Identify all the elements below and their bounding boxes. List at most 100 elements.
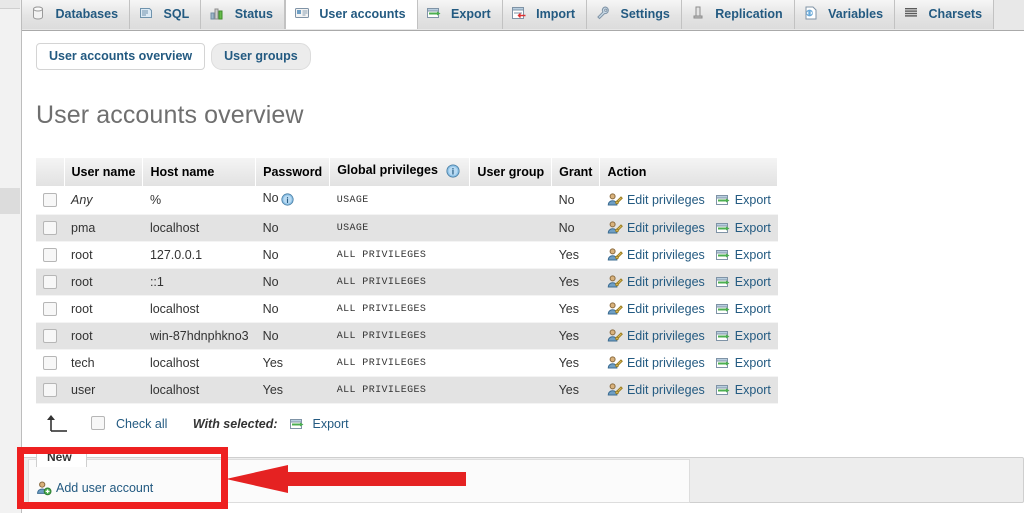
replication-icon	[690, 3, 706, 19]
export-icon	[715, 301, 731, 317]
cell-user-group	[469, 322, 552, 350]
subtab-user-accounts-overview[interactable]: User accounts overview	[36, 43, 206, 70]
table-row: user localhost Yes ALL PRIVILEGES Yes Edit pr…	[36, 376, 778, 404]
row-checkbox[interactable]	[43, 382, 57, 397]
edit-privileges-link[interactable]: Edit privileges	[627, 248, 705, 262]
with-selected-label: With selected:	[192, 417, 278, 431]
sub-navigation-tabs: User accounts overview User groups	[22, 31, 1024, 70]
cell-grant: Yes	[551, 295, 600, 323]
export-icon	[715, 355, 731, 371]
cell-grant: No	[551, 186, 600, 215]
edit-privileges-icon	[607, 328, 623, 344]
export-row-link[interactable]: Export	[735, 221, 771, 235]
edit-privileges-link[interactable]: Edit privileges	[627, 356, 705, 370]
check-all-checkbox[interactable]	[91, 416, 106, 430]
export-selected-link[interactable]: Export	[312, 417, 348, 431]
row-checkbox[interactable]	[43, 247, 57, 262]
cell-global-privileges: ALL PRIVILEGES	[329, 295, 470, 323]
cell-host-name: ::1	[142, 268, 256, 296]
cell-host-name: localhost	[142, 214, 256, 242]
edit-privileges-icon	[607, 301, 623, 317]
edit-privileges-link[interactable]: Edit privileges	[627, 275, 705, 289]
row-checkbox[interactable]	[43, 301, 57, 316]
cell-password: Yes	[255, 376, 330, 404]
annotation-highlight-rectangle	[17, 447, 228, 509]
export-icon	[715, 382, 731, 398]
subtab-user-groups[interactable]: User groups	[211, 43, 311, 70]
edit-privileges-link[interactable]: Edit privileges	[627, 221, 705, 235]
row-checkbox[interactable]	[43, 355, 57, 370]
tab-variables[interactable]: Variables	[794, 0, 896, 29]
row-checkbox[interactable]	[43, 192, 57, 207]
cell-global-privileges: USAGE	[329, 186, 470, 215]
edit-privileges-link[interactable]: Edit privileges	[627, 193, 705, 207]
cell-password: No	[255, 322, 330, 350]
row-checkbox[interactable]	[43, 274, 57, 289]
info-icon[interactable]: i	[446, 164, 462, 180]
export-row-link[interactable]: Export	[735, 193, 771, 207]
check-all-link[interactable]: Check all	[116, 417, 167, 431]
export-row-link[interactable]: Export	[735, 329, 771, 343]
cell-user-name: user	[64, 376, 143, 404]
col-action: Action	[599, 158, 779, 186]
table-header-row: User name Host name Password Global priv…	[36, 158, 779, 186]
tab-import[interactable]: Import	[502, 0, 587, 29]
cell-global-privileges: ALL PRIVILEGES	[329, 241, 470, 269]
tab-charsets[interactable]: Charsets	[895, 0, 995, 29]
edit-privileges-link[interactable]: Edit privileges	[627, 329, 705, 343]
cell-password: No	[255, 295, 330, 323]
cell-host-name: localhost	[142, 295, 256, 323]
tab-user-accounts[interactable]: User accounts	[284, 0, 418, 29]
cell-user-name: pma	[64, 214, 143, 242]
tab-label: Import	[536, 7, 575, 21]
cell-host-name: 127.0.0.1	[142, 241, 256, 269]
tab-databases[interactable]: Databases	[22, 0, 131, 29]
cell-user-name: root	[64, 322, 143, 350]
tab-status[interactable]: Status	[201, 0, 285, 29]
cell-grant: Yes	[551, 268, 600, 296]
export-row-link[interactable]: Export	[735, 275, 771, 289]
export-row-link[interactable]: Export	[735, 356, 771, 370]
export-row-link[interactable]: Export	[735, 248, 771, 262]
row-checkbox[interactable]	[43, 328, 57, 343]
cell-action: Edit privileges Export	[599, 268, 778, 296]
cell-password: No i	[255, 186, 330, 215]
table-row: tech localhost Yes ALL PRIVILEGES Yes Edit pr…	[36, 349, 778, 377]
settings-icon	[595, 3, 611, 20]
page-title: User accounts overview	[36, 101, 304, 129]
tab-replication[interactable]: Replication	[681, 0, 795, 29]
cell-grant: Yes	[551, 376, 600, 404]
edit-privileges-icon	[607, 355, 623, 371]
charsets-icon	[903, 3, 919, 19]
tab-label: Charsets	[928, 7, 983, 21]
tab-label: Replication	[715, 7, 783, 21]
table-row: root 127.0.0.1 No ALL PRIVILEGES Yes Edit pri…	[36, 241, 778, 269]
cell-grant: Yes	[551, 322, 600, 350]
left-frame-strip	[0, 0, 22, 513]
tab-settings[interactable]: Settings	[587, 0, 682, 29]
left-frame-cap	[0, 0, 20, 9]
row-select-cell	[36, 322, 64, 350]
row-checkbox[interactable]	[43, 220, 57, 235]
cell-password: No	[255, 214, 330, 242]
svg-text:i: i	[286, 196, 288, 205]
cell-action: Edit privileges Export	[599, 214, 778, 242]
tab-sql[interactable]: SQL	[130, 0, 202, 29]
table-row: root win-87hdnphkno3 No ALL PRIVILEGES Yes Ed…	[36, 322, 778, 350]
col-user-group: User group	[469, 158, 553, 186]
edit-privileges-link[interactable]: Edit privileges	[627, 383, 705, 397]
col-grant: Grant	[551, 158, 601, 186]
export-row-link[interactable]: Export	[735, 302, 771, 316]
edit-privileges-icon	[607, 220, 623, 236]
cell-action: Edit privileges Export	[599, 186, 778, 215]
table-row: Any% No i USAGE No Edit privileges Export	[36, 186, 778, 215]
cell-global-privileges: ALL PRIVILEGES	[329, 376, 470, 404]
frame-splitter-handle[interactable]	[0, 188, 20, 214]
row-select-cell	[36, 349, 64, 377]
with-selected-bar: Check all With selected: Export	[44, 414, 1024, 440]
export-row-link[interactable]: Export	[735, 383, 771, 397]
info-icon[interactable]: i	[281, 193, 297, 209]
tab-export[interactable]: Export	[417, 0, 503, 29]
edit-privileges-link[interactable]: Edit privileges	[627, 302, 705, 316]
cell-global-privileges: ALL PRIVILEGES	[329, 268, 470, 296]
